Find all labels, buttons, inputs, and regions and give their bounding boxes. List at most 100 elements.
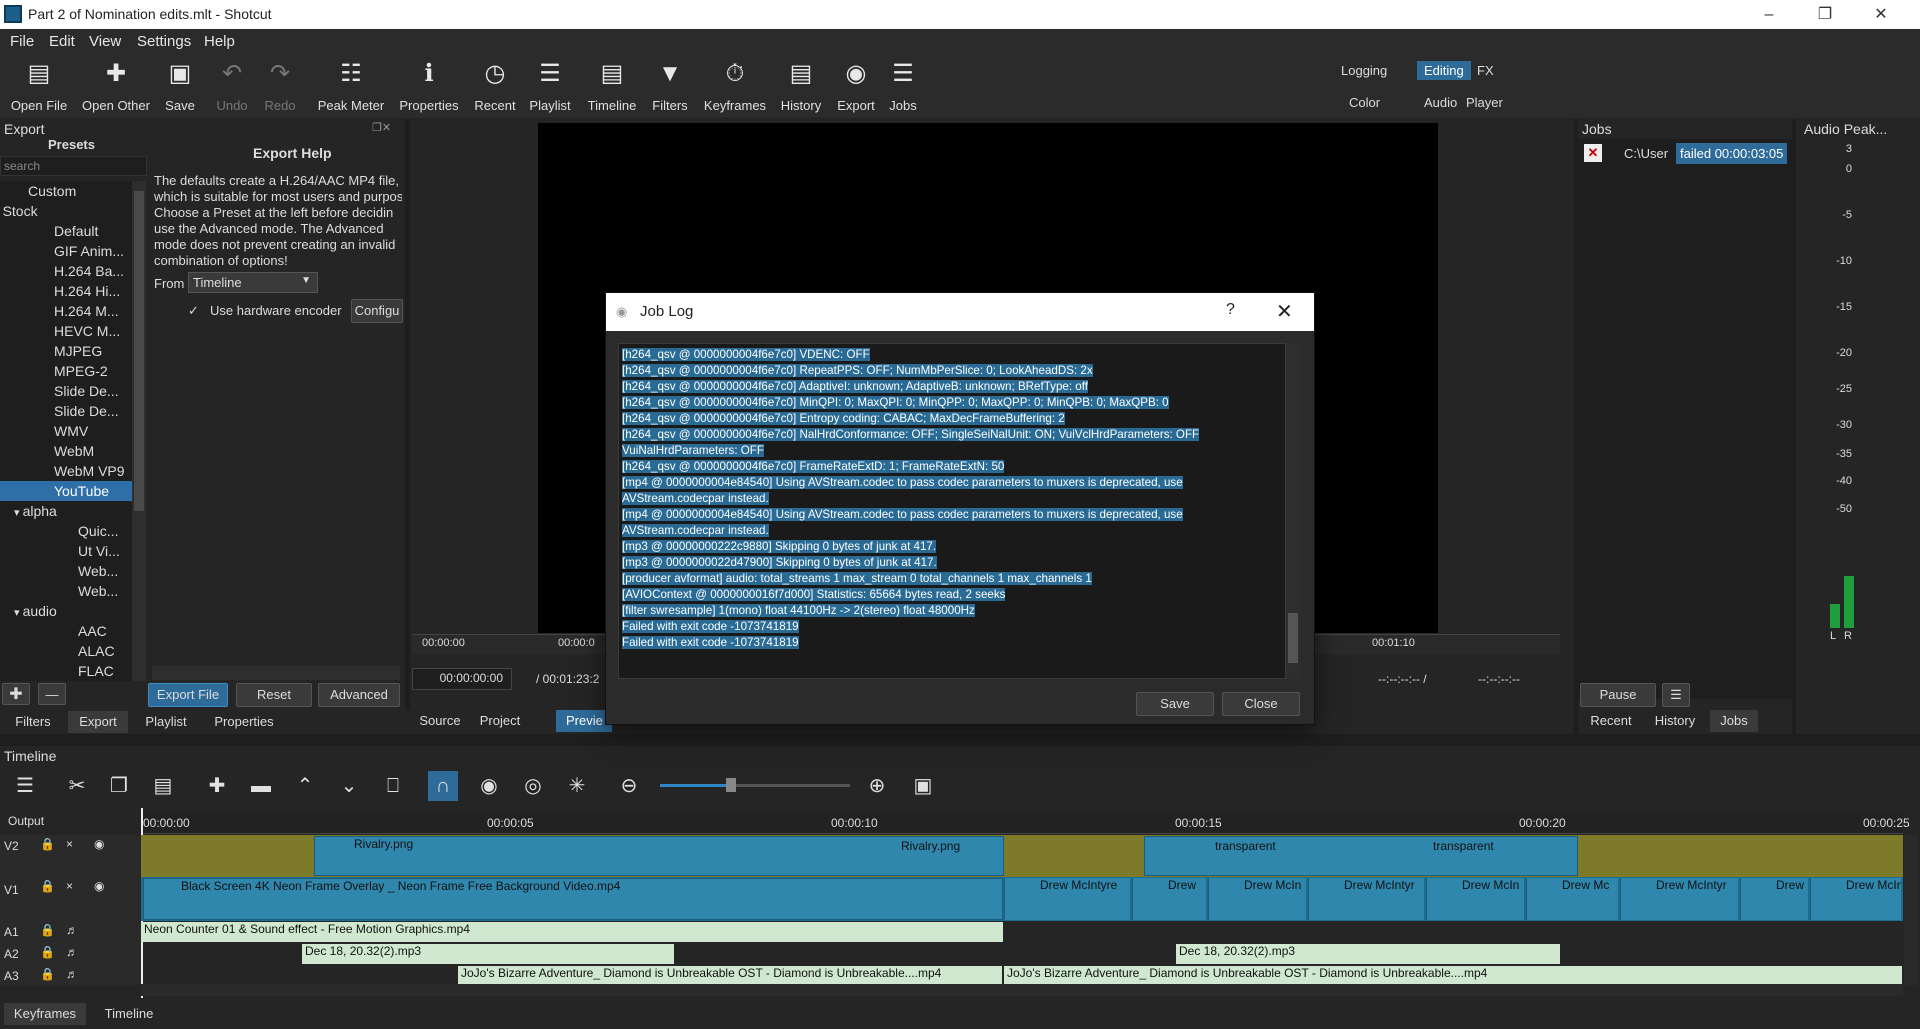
lock-icon[interactable]: 🔒: [40, 945, 55, 959]
preset-tree-item[interactable]: Quic...: [0, 521, 132, 541]
tab-keyframes[interactable]: Keyframes: [4, 1003, 86, 1025]
preset-tree-item[interactable]: H.264 Hi...: [0, 281, 132, 301]
eye-icon[interactable]: ◉: [94, 879, 104, 893]
preset-tree-item[interactable]: GIF Anim...: [0, 241, 132, 261]
mute-icon[interactable]: ×: [66, 837, 73, 851]
timeline-vscrollbar[interactable]: [1904, 835, 1918, 985]
snap-icon[interactable]: ∩: [428, 771, 458, 801]
preset-tree-scrollbar[interactable]: [132, 181, 146, 681]
open-file-button[interactable]: ▤ Open File: [8, 59, 70, 113]
open-other-button[interactable]: ✚ Open Other: [80, 59, 152, 113]
hw-encoder-checkbox[interactable]: ✓: [188, 303, 199, 319]
tab-history[interactable]: History: [1644, 710, 1706, 732]
track-header-a2[interactable]: A2 🔒 ♬: [0, 943, 141, 965]
preset-tree-item[interactable]: Slide De...: [0, 381, 132, 401]
preset-tree-item[interactable]: ▾ alpha: [0, 501, 132, 521]
preset-tree-item[interactable]: WMV: [0, 421, 132, 441]
preset-tree-item[interactable]: Ut Vi...: [0, 541, 132, 561]
layout-color[interactable]: Color: [1342, 93, 1387, 112]
tab-filters[interactable]: Filters: [4, 711, 62, 733]
preset-tree-item[interactable]: Slide De...: [0, 401, 132, 421]
log-save-button[interactable]: Save: [1136, 692, 1214, 716]
preset-tree-item[interactable]: MPEG-2: [0, 361, 132, 381]
log-close-button[interactable]: Close: [1222, 692, 1300, 716]
export-button[interactable]: ◉ Export: [832, 59, 880, 113]
menu-help[interactable]: Help: [204, 33, 235, 50]
preset-tree-item[interactable]: Default: [0, 221, 132, 241]
track-header-a3[interactable]: A3 🔒 ♬: [0, 965, 141, 985]
reset-button[interactable]: Reset: [236, 683, 312, 707]
zoom-in-icon[interactable]: ⊕: [862, 771, 892, 801]
clip-a3-first[interactable]: JoJo's Bizarre Adventure_ Diamond is Unb…: [458, 966, 1002, 984]
properties-button[interactable]: ℹ Properties: [396, 59, 462, 113]
track-header-a1[interactable]: A1 🔒 ♬: [0, 921, 141, 943]
help-hscrollbar[interactable]: [152, 666, 400, 680]
clip-v1-drew[interactable]: Drew: [1132, 878, 1206, 920]
ripple-icon[interactable]: ◎: [518, 771, 548, 801]
preset-tree-item[interactable]: MJPEG: [0, 341, 132, 361]
cut-icon[interactable]: ✂: [62, 771, 92, 801]
clip-v2-rivalry[interactable]: Rivalry.png Rivalry.png: [314, 836, 1004, 876]
history-button[interactable]: ▤ History: [778, 59, 824, 113]
split-icon[interactable]: ⎕: [378, 771, 408, 801]
dialog-help-icon[interactable]: ?: [1226, 301, 1235, 319]
lock-icon[interactable]: 🔒: [40, 837, 55, 851]
speaker-icon[interactable]: ♬: [66, 967, 78, 981]
keyframes-button[interactable]: ⏱ Keyframes: [700, 59, 770, 113]
clip-v1-neon-frame[interactable]: Black Screen 4K Neon Frame Overlay _ Neo…: [143, 878, 1003, 920]
tab-preview[interactable]: Previe: [556, 710, 612, 732]
redo-button[interactable]: ↷ Redo: [258, 59, 302, 113]
speaker-icon[interactable]: ♬: [66, 945, 78, 959]
lock-icon[interactable]: 🔒: [40, 923, 55, 937]
eye-icon[interactable]: ◉: [94, 837, 104, 851]
preset-tree-item[interactable]: AAC: [0, 621, 132, 641]
layout-editing[interactable]: Editing: [1417, 61, 1471, 80]
jobs-menu-icon[interactable]: ☰: [1662, 683, 1690, 707]
remove-preset-button[interactable]: —: [38, 683, 66, 705]
undo-button[interactable]: ↶ Undo: [210, 59, 254, 113]
tab-playlist[interactable]: Playlist: [134, 711, 198, 733]
expand-arrow-icon[interactable]: ▾: [14, 507, 23, 519]
preset-tree-item[interactable]: HEVC M...: [0, 321, 132, 341]
playlist-button[interactable]: ☰ Playlist: [526, 59, 574, 113]
expand-arrow-icon[interactable]: ▾: [14, 607, 23, 619]
layout-player[interactable]: Player: [1459, 93, 1510, 112]
tab-export[interactable]: Export: [68, 711, 128, 733]
recent-button[interactable]: ◷ Recent: [470, 59, 520, 113]
track-header-v2[interactable]: V2 🔒 × ◉: [0, 835, 141, 877]
dock-float-icon[interactable]: ❐✕: [372, 121, 391, 134]
preset-search-input[interactable]: search: [0, 156, 147, 176]
remove-icon[interactable]: ▬: [246, 771, 276, 801]
preset-tree-item[interactable]: Web...: [0, 581, 132, 601]
advanced-button[interactable]: Advanced: [318, 683, 400, 707]
preset-tree-item[interactable]: Web...: [0, 561, 132, 581]
preset-tree-item[interactable]: ALAC: [0, 641, 132, 661]
preset-tree-item[interactable]: H.264 Ba...: [0, 261, 132, 281]
restore-icon[interactable]: ❐: [1802, 2, 1848, 28]
jobs-button[interactable]: ☰ Jobs: [884, 59, 922, 113]
tab-source[interactable]: Source: [414, 710, 466, 732]
menu-settings[interactable]: Settings: [137, 33, 191, 50]
preset-tree-item[interactable]: ▾ audio: [0, 601, 132, 621]
peak-meter-button[interactable]: ☷ Peak Meter: [316, 59, 386, 113]
timeline-menu-icon[interactable]: ☰: [10, 771, 40, 801]
clip-a2-second[interactable]: Dec 18, 20.32(2).mp3: [1176, 944, 1560, 964]
add-preset-button[interactable]: ✚: [2, 683, 30, 705]
job-item[interactable]: ✕ C:\User failed 00:00:03:05: [1580, 141, 1792, 167]
lock-icon[interactable]: 🔒: [40, 879, 55, 893]
append-icon[interactable]: ✚: [202, 771, 232, 801]
clip-v1-drew[interactable]: Drew McIn: [1426, 878, 1524, 920]
clip-a1-neon-counter[interactable]: Neon Counter 01 & Sound effect - Free Mo…: [141, 922, 1003, 942]
zoom-fit-icon[interactable]: ▣: [908, 771, 938, 801]
configure-button[interactable]: Configu: [351, 299, 403, 323]
preset-tree-item[interactable]: WebM VP9: [0, 461, 132, 481]
clip-v1-drew[interactable]: Drew: [1740, 878, 1808, 920]
tab-properties[interactable]: Properties: [206, 711, 282, 733]
close-window-icon[interactable]: ✕: [1858, 2, 1904, 28]
tab-jobs[interactable]: Jobs: [1710, 710, 1758, 732]
menu-file[interactable]: File: [10, 33, 34, 50]
preset-tree-item[interactable]: FLAC: [0, 661, 132, 681]
menu-edit[interactable]: Edit: [49, 33, 75, 50]
ripple-all-icon[interactable]: ✳: [562, 771, 592, 801]
clip-v1-drew[interactable]: Drew McIntyre: [1004, 878, 1130, 920]
